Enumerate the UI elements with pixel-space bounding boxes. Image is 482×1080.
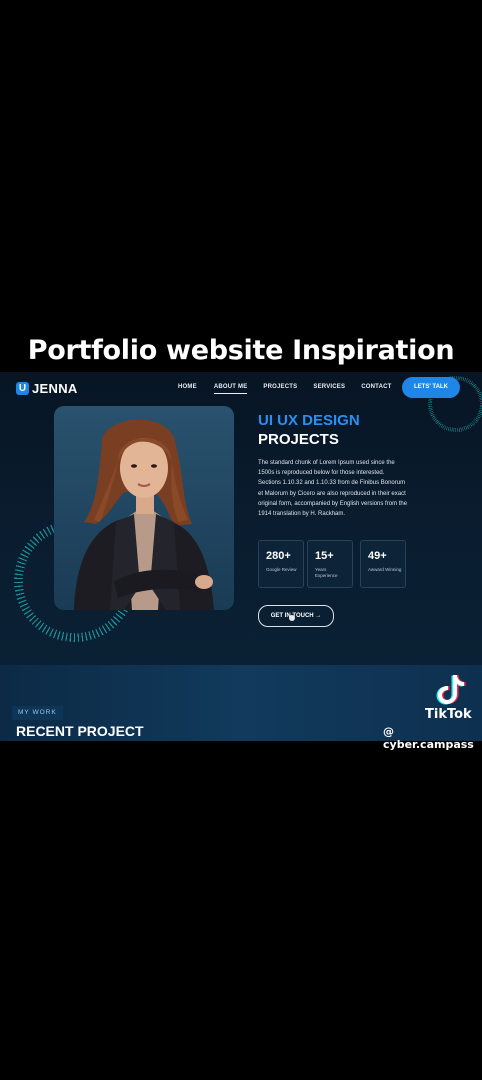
top-nav: U JENNA HOME ABOUT ME PROJECTS SERVICES … (0, 372, 482, 404)
stat-card-reviews: 280+ Google Review (258, 540, 304, 588)
video-caption: Portfolio website Inspiration (27, 335, 455, 366)
cursor-icon (289, 615, 295, 621)
stat-label: Awward Winning (368, 567, 402, 572)
stat-value: 49+ (368, 550, 387, 562)
portrait-illustration (74, 419, 214, 610)
nav-links: HOME ABOUT ME PROJECTS SERVICES CONTACT (178, 384, 392, 394)
stat-label: Years Experience (315, 567, 338, 578)
lets-talk-button[interactable]: LETS' TALK (402, 377, 460, 398)
stat-label: Google Review (266, 567, 297, 572)
stat-card-awards: 49+ Awward Winning (360, 540, 406, 588)
portrait-photo (54, 406, 234, 610)
logo-text: JENNA (32, 381, 78, 396)
stat-card-experience: 15+ Years Experience (307, 540, 353, 588)
nav-projects[interactable]: PROJECTS (263, 384, 297, 394)
logo-icon: U (16, 382, 29, 395)
nav-services[interactable]: SERVICES (313, 384, 345, 394)
hero-heading: PROJECTS (258, 431, 339, 448)
nav-about-me[interactable]: ABOUT ME (213, 384, 248, 394)
nav-home[interactable]: HOME (178, 384, 197, 394)
stat-value: 15+ (315, 550, 334, 562)
logo[interactable]: U JENNA (16, 381, 78, 396)
hero-description: The standard chunk of Lorem Ipsum used s… (258, 460, 408, 518)
tiktok-handle: @ cyber.campass (383, 725, 474, 751)
hero-heading-accent: UI UX DESIGN (258, 412, 360, 429)
portfolio-site: U JENNA HOME ABOUT ME PROJECTS SERVICES … (0, 372, 482, 741)
section-badge: MY WORK (12, 706, 63, 720)
get-in-touch-button[interactable]: GET IN TOUCH → (258, 605, 334, 627)
tiktok-name: TikTok (425, 707, 472, 722)
section-title: RECENT PROJECT (16, 723, 144, 739)
nav-contact[interactable]: CONTACT (361, 384, 391, 394)
stat-value: 280+ (266, 550, 291, 562)
tiktok-icon (436, 675, 466, 705)
